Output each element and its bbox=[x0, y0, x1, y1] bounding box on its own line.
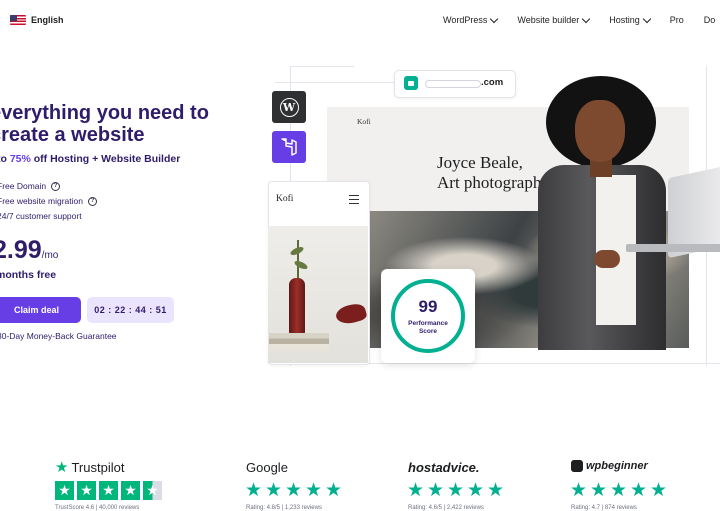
wordpress-logo-tile: W bbox=[272, 91, 306, 123]
feature-item: Free website migration ? bbox=[0, 196, 97, 206]
us-flag-icon bbox=[10, 15, 26, 25]
info-icon[interactable]: ? bbox=[51, 181, 61, 191]
rating-star-icon: ★ bbox=[245, 480, 263, 501]
laptop-base bbox=[626, 244, 720, 252]
review-line: Rating: 4.7 | 874 reviews bbox=[571, 505, 637, 511]
nav-item-wordpress[interactable]: WordPress bbox=[443, 14, 499, 25]
price-value: 2.99 bbox=[0, 236, 42, 264]
feature-label: 24/7 customer support bbox=[0, 211, 82, 221]
nav-label: Website builder bbox=[517, 15, 580, 25]
rating-star-icon: ★ bbox=[427, 480, 445, 501]
wpbeginner-logo: wpbeginner bbox=[571, 460, 648, 472]
vase bbox=[289, 278, 305, 336]
brand-name: wpbeginner bbox=[586, 460, 648, 472]
trustpilot-star-box: ★ bbox=[99, 481, 118, 500]
mobile-brand: Kofi bbox=[276, 194, 294, 204]
nav-item-pro[interactable]: Pro bbox=[670, 15, 684, 25]
review-line: TrustScore 4.6 | 40,000 reviews bbox=[55, 505, 140, 511]
wpbeginner-stars: ★ ★ ★ ★ ★ bbox=[570, 481, 667, 500]
feature-item: Free Domain ? bbox=[0, 181, 61, 191]
main-nav: WordPress Website builder Hosting Pro Do bbox=[443, 14, 720, 25]
rating-star-icon: ★ bbox=[265, 480, 283, 501]
nav-label: Do bbox=[703, 15, 716, 25]
brand-name: Google bbox=[246, 460, 288, 475]
rating-star-icon: ★ bbox=[407, 480, 425, 501]
price: 2.99/mo bbox=[0, 236, 58, 265]
countdown-timer: 02 : 22 : 44 : 51 bbox=[87, 297, 174, 323]
trustpilot-stars: ★ ★ ★ ★ ★ bbox=[55, 481, 162, 500]
info-icon[interactable]: ? bbox=[87, 196, 97, 206]
nav-item-do[interactable]: Do bbox=[704, 15, 716, 25]
person-hand bbox=[594, 250, 620, 268]
hamburger-menu-icon bbox=[349, 195, 359, 204]
grid-line bbox=[275, 82, 395, 83]
url-placeholder bbox=[425, 80, 481, 88]
site-heading: Joyce Beale, Art photograph bbox=[437, 153, 542, 192]
money-back-guarantee: 30-Day Money-Back Guarantee bbox=[0, 331, 117, 341]
nav-label: Pro bbox=[669, 15, 684, 25]
rating-star-icon: ★ bbox=[467, 480, 485, 501]
wpbeginner-icon bbox=[571, 460, 583, 472]
site-brand: Kofi bbox=[357, 117, 371, 126]
hostinger-icon bbox=[281, 138, 297, 156]
claim-deal-button[interactable]: Claim deal bbox=[0, 297, 81, 323]
chevron-down-icon bbox=[642, 14, 651, 23]
rating-star-icon: ★ bbox=[590, 480, 608, 501]
google-logo: Google bbox=[246, 460, 288, 475]
books bbox=[269, 333, 329, 351]
language-selector[interactable]: English bbox=[10, 15, 64, 25]
rating-star-icon: ★ bbox=[570, 480, 588, 501]
brand-name: Trustpilot bbox=[71, 460, 125, 475]
chevron-down-icon bbox=[490, 14, 499, 23]
trustpilot-star-icon: ★ bbox=[55, 459, 69, 476]
trustpilot-star-box: ★ bbox=[55, 481, 74, 500]
sub-suffix: off Hosting + Website Builder bbox=[30, 153, 181, 165]
hostadvice-logo: hostadvice. bbox=[408, 460, 480, 475]
nav-item-hosting[interactable]: Hosting bbox=[609, 14, 651, 25]
trustpilot-star-box: ★ bbox=[143, 481, 162, 500]
performance-label: Performance Score bbox=[408, 320, 448, 335]
rating-star-icon: ★ bbox=[325, 480, 343, 501]
grid-line bbox=[290, 66, 354, 67]
rating-star-icon: ★ bbox=[487, 480, 505, 501]
rating-star-icon: ★ bbox=[305, 480, 323, 501]
hero-subheadline: to 75% off Hosting + Website Builder bbox=[0, 153, 180, 165]
nav-label: WordPress bbox=[443, 15, 488, 25]
nav-label: Hosting bbox=[609, 15, 640, 25]
rating-star-icon: ★ bbox=[447, 480, 465, 501]
feature-item: 24/7 customer support bbox=[0, 211, 82, 221]
lock-icon bbox=[404, 76, 418, 90]
trustpilot-star-box: ★ bbox=[121, 481, 140, 500]
rating-star-icon: ★ bbox=[610, 480, 628, 501]
feature-label: Free website migration bbox=[0, 196, 83, 206]
nav-item-website-builder[interactable]: Website builder bbox=[517, 14, 591, 25]
wordpress-icon: W bbox=[279, 97, 299, 117]
google-stars: ★ ★ ★ ★ ★ bbox=[245, 481, 342, 500]
months-free: months free bbox=[0, 269, 57, 281]
hero-headline: everything you need to create a website bbox=[0, 102, 209, 146]
review-line: Rating: 4.8/5 | 1,233 reviews bbox=[246, 505, 322, 511]
discount-highlight: 75% bbox=[9, 153, 31, 165]
chevron-down-icon bbox=[581, 14, 591, 23]
hostadvice-stars: ★ ★ ★ ★ ★ bbox=[407, 481, 504, 500]
price-unit: /mo bbox=[41, 250, 59, 261]
person-face bbox=[575, 100, 625, 162]
hostinger-logo-tile bbox=[272, 131, 306, 163]
review-line: Rating: 4.6/5 | 2,422 reviews bbox=[408, 505, 484, 511]
brand-name: hostadvice. bbox=[408, 460, 480, 475]
rating-star-icon: ★ bbox=[630, 480, 648, 501]
language-label: English bbox=[31, 15, 64, 25]
sub-prefix: to bbox=[0, 153, 7, 165]
performance-score: 99 bbox=[418, 297, 438, 316]
domain-suffix: .com bbox=[481, 77, 504, 88]
trustpilot-logo: ★ Trustpilot bbox=[55, 460, 124, 475]
rating-star-icon: ★ bbox=[285, 480, 303, 501]
rating-star-icon: ★ bbox=[650, 480, 668, 501]
trustpilot-star-box: ★ bbox=[77, 481, 96, 500]
feature-label: Free Domain bbox=[0, 181, 47, 191]
